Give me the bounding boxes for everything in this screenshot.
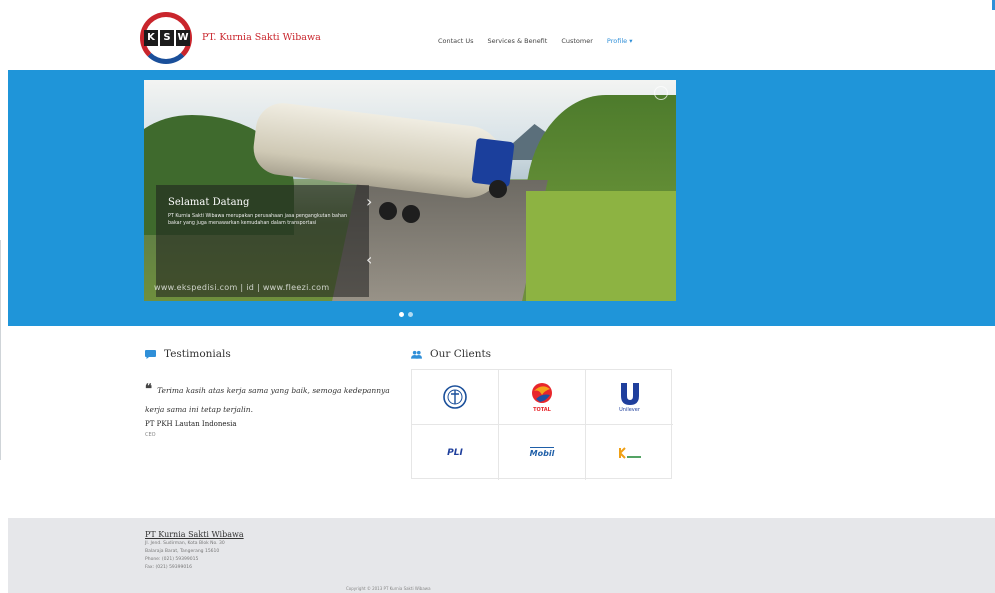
logo-letters: K S W xyxy=(144,30,190,46)
testimonial-text: Terima kasih atas kerja sama yang baik, … xyxy=(145,386,390,414)
clients-header: Our Clients xyxy=(411,348,491,360)
pli-logo: PLI xyxy=(447,447,463,458)
nav-services-benefit[interactable]: Services & Benefit xyxy=(488,37,548,45)
client-unilever[interactable]: Unilever xyxy=(586,370,673,425)
slider-dot-1[interactable] xyxy=(399,312,404,317)
truck-cab xyxy=(471,137,515,188)
caption-title: Selamat Datang xyxy=(168,197,250,208)
slide-grass xyxy=(526,191,676,301)
mobil-logo: Mobil xyxy=(529,447,555,458)
testimonials-title: Testimonials xyxy=(164,348,231,360)
client-kideco[interactable] xyxy=(586,425,673,480)
logo-letter-s: S xyxy=(160,30,174,46)
footer-copyright: Copyright © 2013 PT Kurnia Sakti Wibawa xyxy=(346,586,431,591)
footer-address-line-1: Jl. Jend. Sudirman, Kota Blok No. 30 xyxy=(145,541,225,546)
testimonial-author: PT PKH Lautan Indonesia xyxy=(145,420,237,428)
logo-letter-k: K xyxy=(144,30,158,46)
client-total[interactable]: TOTAL xyxy=(499,370,586,425)
nav-customer[interactable]: Customer xyxy=(561,37,593,45)
site-footer: PT Kurnia Sakti Wibawa Jl. Jend. Sudirma… xyxy=(8,518,995,593)
chat-bubble-icon xyxy=(145,349,156,359)
quote-open-icon: ❝ xyxy=(145,382,152,397)
footer-company-name[interactable]: PT Kurnia Sakti Wibawa xyxy=(145,530,244,539)
nav-contact-us[interactable]: Contact Us xyxy=(438,37,474,45)
footer-address-line-2: Balaraja Barat, Tangerang 15610 xyxy=(145,549,220,554)
client-pli[interactable]: PLI xyxy=(412,425,499,480)
logo-letter-w: W xyxy=(176,30,190,46)
unilever-label: Unilever xyxy=(619,406,640,413)
brand-name: PT. Kurnia Sakti Wibawa xyxy=(202,32,321,43)
total-logo-icon xyxy=(532,383,552,403)
footer-fax: Fax: (021) 59399016 xyxy=(145,565,192,570)
page-edge-line xyxy=(0,240,1,460)
brand-logo[interactable]: K S W PT. Kurnia Sakti Wibawa xyxy=(140,12,340,64)
slider-dot-2[interactable] xyxy=(408,312,413,317)
caption-text: PT Kurnia Sakti Wibawa merupakan perusah… xyxy=(168,214,348,226)
site-header: K S W PT. Kurnia Sakti Wibawa Contact Us… xyxy=(0,0,995,70)
hero-caption: Selamat Datang PT Kurnia Sakti Wibawa me… xyxy=(156,185,369,297)
main-nav: Contact Us Services & Benefit Customer P… xyxy=(438,37,632,45)
footer-phone: Phone: (021) 59399015 xyxy=(145,557,199,562)
testimonial-quote: ❝ Terima kasih atas kerja sama yang baik… xyxy=(145,378,390,416)
hero-banner: Selamat Datang PT Kurnia Sakti Wibawa me… xyxy=(8,70,995,326)
pertamina-logo-icon xyxy=(443,385,467,409)
clients-logo-grid: TOTAL Unilever PLI Mobil xyxy=(411,369,673,480)
hero-slide-image: Selamat Datang PT Kurnia Sakti Wibawa me… xyxy=(144,80,676,301)
slider-prev-arrow-icon[interactable]: ‹ xyxy=(366,250,372,269)
slider-dots xyxy=(399,312,413,317)
nav-profile-dropdown[interactable]: Profile ▾ xyxy=(607,37,633,45)
clients-title: Our Clients xyxy=(430,348,492,360)
unilever-logo-icon xyxy=(620,382,639,405)
zoom-icon[interactable] xyxy=(654,86,668,100)
kideco-logo-icon xyxy=(616,445,643,460)
truck-wheel xyxy=(379,202,397,220)
users-icon xyxy=(411,350,422,359)
client-mobil[interactable]: Mobil xyxy=(499,425,586,480)
truck-wheel xyxy=(489,180,507,198)
testimonials-header: Testimonials xyxy=(145,348,231,360)
image-watermark: www.ekspedisi.com | id | www.fleezi.com xyxy=(154,283,330,292)
client-pertamina[interactable] xyxy=(412,370,499,425)
slider-next-arrow-icon[interactable]: › xyxy=(366,192,372,211)
truck-wheel xyxy=(402,205,420,223)
total-label: TOTAL xyxy=(533,407,551,413)
testimonial-role: CEO xyxy=(145,432,156,438)
